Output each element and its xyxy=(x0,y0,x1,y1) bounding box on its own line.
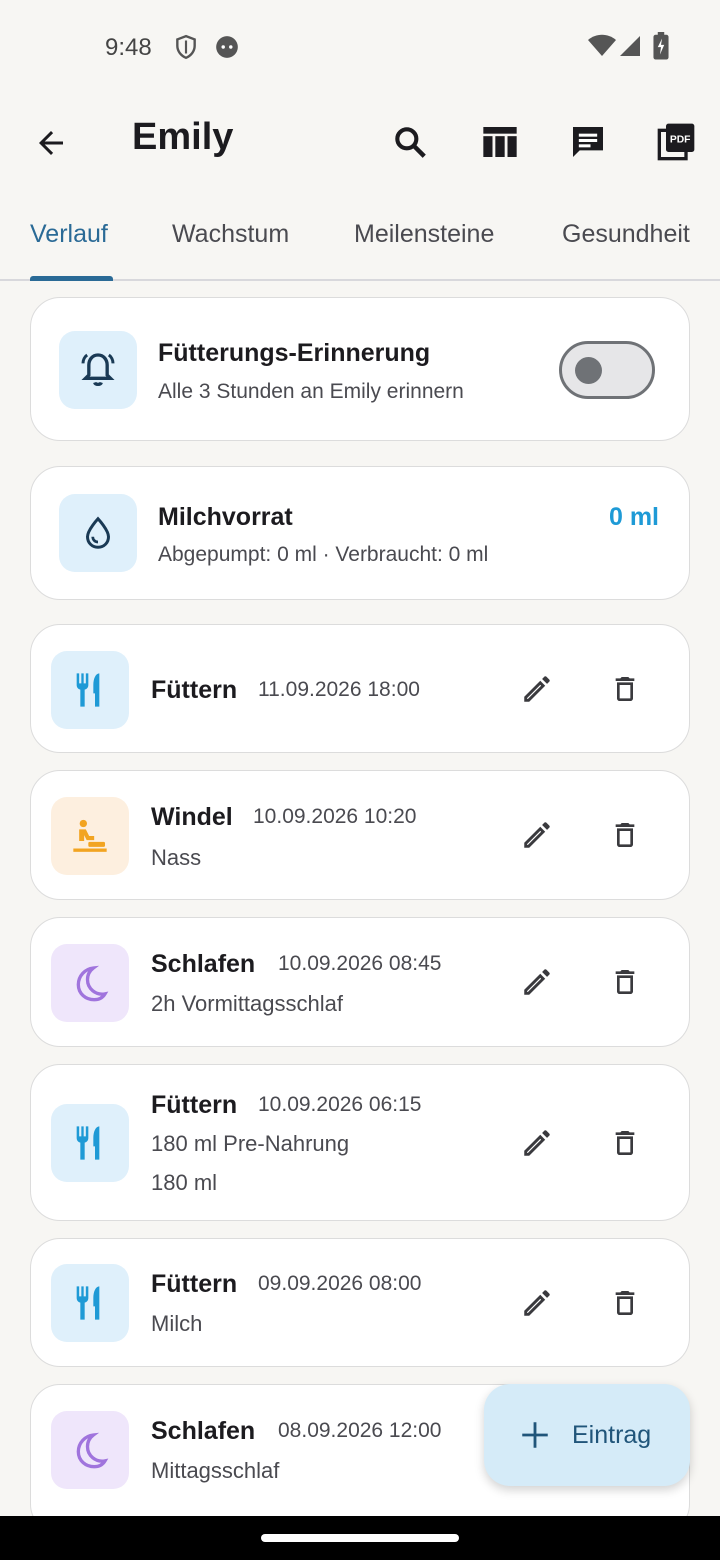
app-bar: Emily PDF xyxy=(0,96,720,188)
chat-icon xyxy=(573,127,603,157)
entry-type: Füttern xyxy=(151,1270,238,1298)
chat-button[interactable] xyxy=(564,118,612,166)
pdf-icon: PDF xyxy=(657,123,695,161)
entry-card[interactable]: Füttern 09.09.2026 08:00 Milch xyxy=(30,1238,690,1367)
entry-date: 10.09.2026 06:15 xyxy=(258,1093,422,1116)
page-title: Emily xyxy=(132,116,234,158)
trash-icon xyxy=(615,677,635,701)
pencil-icon xyxy=(524,676,550,702)
status-bar: 9:48 xyxy=(0,0,720,96)
milk-title: Milchvorrat xyxy=(158,503,293,531)
trash-icon xyxy=(615,970,635,994)
wifi-icon xyxy=(587,33,617,59)
edit-button[interactable] xyxy=(513,811,561,859)
entry-card[interactable]: Füttern 11.09.2026 18:00 xyxy=(30,624,690,753)
tab-indicator xyxy=(30,276,113,281)
trash-icon xyxy=(615,1291,635,1315)
entry-note: 2h Vormittagsschlaf xyxy=(151,991,343,1016)
plus-icon xyxy=(522,1422,548,1448)
pencil-icon xyxy=(524,1130,550,1156)
pencil-icon xyxy=(524,969,550,995)
moon-icon xyxy=(76,1432,109,1469)
delete-button[interactable] xyxy=(601,1119,649,1167)
tab-meilensteine[interactable]: Meilensteine xyxy=(354,220,494,249)
entry-date: 10.09.2026 08:45 xyxy=(278,952,442,975)
table-view-button[interactable] xyxy=(476,118,524,166)
entry-type: Füttern xyxy=(151,1091,238,1119)
tab-verlauf[interactable]: Verlauf xyxy=(30,220,108,249)
trash-icon xyxy=(615,1131,635,1155)
entry-icon-box xyxy=(51,1411,129,1489)
table-icon xyxy=(483,127,517,157)
back-button[interactable] xyxy=(28,120,74,166)
entry-type: Windel xyxy=(151,803,233,831)
delete-button[interactable] xyxy=(601,958,649,1006)
reminder-subtitle: Alle 3 Stunden an Emily erinnern xyxy=(158,380,464,403)
entry-card[interactable]: Windel 10.09.2026 10:20 Nass xyxy=(30,770,690,900)
reminder-icon-box xyxy=(59,331,137,409)
entry-note: Mittagsschlaf xyxy=(151,1458,280,1483)
add-entry-label: Eintrag xyxy=(572,1421,652,1449)
milk-supply-card: Milchvorrat Abgepumpt: 0 ml · Verbraucht… xyxy=(30,466,690,600)
edit-button[interactable] xyxy=(513,1279,561,1327)
entry-icon-box xyxy=(51,1264,129,1342)
entry-type: Schlafen xyxy=(151,1417,256,1445)
pencil-icon xyxy=(524,1290,550,1316)
entry-type: Schlafen xyxy=(151,950,256,978)
reminder-card: Fütterungs-Erinnerung Alle 3 Stunden an … xyxy=(30,297,690,441)
signal-icon xyxy=(618,33,644,59)
pencil-icon xyxy=(524,822,550,848)
entry-card[interactable]: Füttern 10.09.2026 06:15 180 ml Pre-Nahr… xyxy=(30,1064,690,1221)
entry-card[interactable]: Schlafen 10.09.2026 08:45 2h Vormittagss… xyxy=(30,917,690,1047)
battery-icon xyxy=(652,32,670,60)
search-icon xyxy=(395,127,426,158)
pdf-export-button[interactable]: PDF xyxy=(652,118,700,166)
water-drop-icon xyxy=(85,516,111,549)
entry-date: 08.09.2026 12:00 xyxy=(278,1419,442,1442)
status-time: 9:48 xyxy=(105,34,152,61)
trash-icon xyxy=(615,823,635,847)
entry-date: 11.09.2026 18:00 xyxy=(258,678,420,701)
milk-amount: 0 ml xyxy=(608,503,659,531)
reminder-title: Fütterungs-Erinnerung xyxy=(158,339,431,367)
svg-text:PDF: PDF xyxy=(670,135,691,146)
home-handle[interactable] xyxy=(261,1534,459,1542)
entry-note: 180 ml Pre-Nahrung xyxy=(151,1131,350,1156)
moon-icon xyxy=(76,965,109,1002)
entry-icon-box xyxy=(51,1104,129,1182)
shield-icon xyxy=(173,34,199,60)
tab-bar: Verlauf Wachstum Meilensteine Gesundheit xyxy=(0,196,720,281)
reminder-toggle[interactable] xyxy=(559,341,655,399)
delete-button[interactable] xyxy=(601,665,649,713)
system-nav-bar xyxy=(0,1516,720,1560)
fork-knife-icon xyxy=(76,1126,100,1160)
face-icon xyxy=(214,34,240,60)
arrow-back-icon xyxy=(39,131,63,155)
entry-note: Milch xyxy=(151,1311,203,1336)
toggle-knob xyxy=(575,357,602,384)
entry-icon-box xyxy=(51,651,129,729)
tab-wachstum[interactable]: Wachstum xyxy=(172,220,289,249)
entry-type: Füttern xyxy=(151,676,238,704)
entry-icon-box xyxy=(51,944,129,1022)
edit-button[interactable] xyxy=(513,958,561,1006)
entry-note: Nass xyxy=(151,845,202,870)
edit-button[interactable] xyxy=(513,1119,561,1167)
fork-knife-icon xyxy=(76,1286,100,1320)
delete-button[interactable] xyxy=(601,1279,649,1327)
entry-icon-box xyxy=(51,797,129,875)
baby-changing-icon xyxy=(73,819,107,852)
fork-knife-icon xyxy=(76,673,100,707)
search-button[interactable] xyxy=(386,118,434,166)
delete-button[interactable] xyxy=(601,811,649,859)
milk-icon-box xyxy=(59,494,137,572)
milk-subtitle: Abgepumpt: 0 ml · Verbraucht: 0 ml xyxy=(158,543,489,566)
entry-date: 10.09.2026 10:20 xyxy=(253,805,417,828)
entry-date: 09.09.2026 08:00 xyxy=(258,1272,422,1295)
tab-gesundheit[interactable]: Gesundheit xyxy=(562,220,690,249)
edit-button[interactable] xyxy=(513,665,561,713)
entry-amount: 180 ml xyxy=(151,1170,218,1195)
add-entry-button[interactable]: Eintrag xyxy=(484,1384,690,1486)
bell-ringing-icon xyxy=(81,353,115,387)
